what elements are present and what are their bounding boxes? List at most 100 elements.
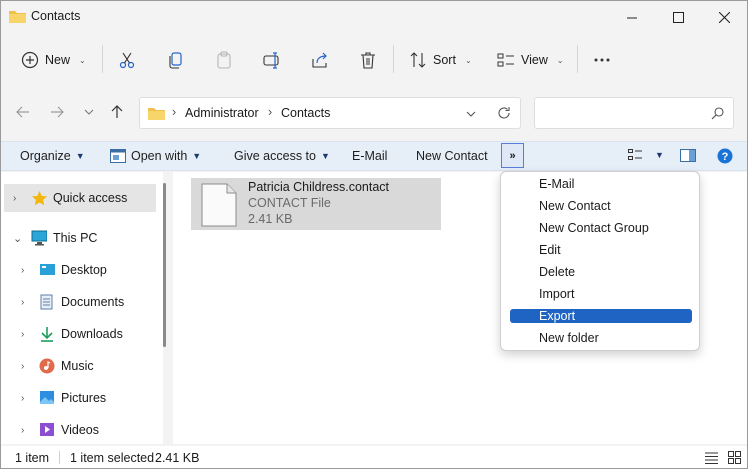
chevron-down-icon: ⌄ (13, 232, 23, 245)
up-button[interactable] (106, 101, 128, 123)
view-list-icon (497, 53, 514, 67)
organize-label: Organize (20, 149, 71, 163)
sort-button[interactable]: Sort ⌄ (409, 45, 472, 75)
open-with-icon (110, 149, 126, 163)
address-bar[interactable]: › Administrator › Contacts (139, 97, 521, 129)
help-icon: ? (717, 148, 733, 164)
status-selected: 1 item selected (70, 451, 155, 465)
toolbar-separator (393, 45, 394, 73)
menu-item-import[interactable]: Import (510, 286, 692, 302)
nav-item-documents[interactable]: › Documents (1, 288, 157, 316)
email-button[interactable]: E-Mail (352, 149, 387, 163)
paste-icon (217, 51, 231, 69)
details-view-icon[interactable] (705, 452, 718, 464)
breadcrumb-administrator[interactable]: Administrator (185, 106, 259, 120)
recent-locations-button[interactable] (78, 101, 100, 123)
menu-item-edit[interactable]: Edit (510, 242, 692, 258)
toolbar-overflow-button[interactable]: » (501, 143, 524, 168)
folder-icon (9, 11, 26, 23)
arrow-left-icon (16, 106, 29, 118)
menu-item-new-contact-group[interactable]: New Contact Group (510, 220, 692, 236)
nav-item-quick-access[interactable]: › Quick access (1, 184, 157, 212)
view-label: View (521, 53, 548, 67)
help-button[interactable]: ? (717, 148, 733, 164)
legacy-toolbar: Organize ▼ Open with ▼ Give access to ▼ … (1, 141, 747, 171)
preview-pane-button[interactable] (680, 149, 696, 162)
view-button[interactable]: View ⌄ (497, 45, 564, 75)
chevron-right-icon: › (21, 296, 25, 308)
pictures-icon (40, 391, 54, 404)
svg-text:?: ? (722, 151, 729, 163)
chevron-right-icon: › (21, 360, 25, 372)
nav-item-music[interactable]: › Music (1, 352, 157, 380)
minimize-button[interactable] (609, 1, 655, 33)
file-item[interactable]: Patricia Childress.contact CONTACT File … (191, 178, 441, 230)
plus-circle-icon (21, 51, 39, 69)
large-icons-view-icon[interactable] (728, 451, 741, 464)
nav-scrollbar[interactable] (163, 183, 166, 347)
generic-file-icon (201, 183, 237, 227)
share-icon (312, 52, 327, 68)
explorer-window: Contacts New ⌄ Sort ⌄ View ⌄ › Administr… (0, 0, 748, 469)
scissors-icon (119, 52, 135, 69)
documents-icon (40, 294, 53, 310)
more-icon (594, 58, 610, 62)
new-button[interactable]: New ⌄ (21, 45, 86, 75)
share-button[interactable] (311, 45, 329, 75)
chevron-right-icon: › (21, 328, 25, 340)
caret-down-icon: ▼ (75, 151, 85, 161)
nav-item-videos[interactable]: › Videos (1, 416, 157, 444)
chevron-down-icon[interactable] (466, 111, 476, 117)
cut-button[interactable] (118, 45, 136, 75)
minimize-icon (626, 17, 637, 18)
new-contact-button[interactable]: New Contact (416, 149, 488, 163)
breadcrumb-contacts[interactable]: Contacts (281, 106, 330, 120)
chevron-right-icon: › (21, 264, 25, 276)
sort-icon (410, 52, 426, 68)
nav-item-pictures[interactable]: › Pictures (1, 384, 157, 412)
change-view-button[interactable]: ▼ (628, 149, 664, 161)
delete-button[interactable] (359, 45, 377, 75)
folder-icon (148, 108, 165, 120)
nav-item-this-pc[interactable]: ⌄ This PC (1, 224, 157, 252)
open-with-menu[interactable]: Open with ▼ (110, 149, 201, 163)
menu-item-email[interactable]: E-Mail (510, 176, 692, 192)
menu-item-new-folder[interactable]: New folder (510, 330, 692, 346)
file-type: CONTACT File (248, 196, 331, 210)
status-selected-size: 2.41 KB (155, 451, 200, 465)
more-options-button[interactable] (593, 45, 611, 75)
search-box[interactable] (534, 97, 734, 129)
nav-label: Quick access (53, 191, 128, 205)
chevron-down-icon: ⌄ (556, 55, 564, 65)
nav-item-desktop[interactable]: › Desktop (1, 256, 157, 284)
chevron-down-icon (84, 109, 94, 115)
rename-button[interactable] (263, 45, 281, 75)
status-separator (59, 451, 60, 464)
chevron-down-icon: ⌄ (79, 55, 86, 65)
forward-button[interactable] (46, 101, 68, 123)
nav-label: Documents (61, 295, 125, 309)
close-button[interactable] (701, 1, 747, 33)
menu-item-new-contact[interactable]: New Contact (510, 198, 692, 214)
back-button[interactable] (12, 101, 34, 123)
nav-item-downloads[interactable]: › Downloads (1, 320, 157, 348)
give-access-menu[interactable]: Give access to ▼ (234, 149, 330, 163)
open-with-label: Open with (131, 149, 188, 163)
copy-button[interactable] (167, 45, 185, 75)
search-icon (711, 107, 724, 120)
nav-label: Downloads (61, 327, 123, 341)
desktop-icon (40, 264, 55, 275)
maximize-icon (672, 11, 684, 23)
paste-button[interactable] (215, 45, 233, 75)
arrow-right-icon (51, 106, 64, 118)
nav-label: Desktop (61, 263, 107, 277)
menu-item-export[interactable]: Export (510, 309, 692, 323)
music-icon (39, 358, 55, 374)
menu-item-delete[interactable]: Delete (510, 264, 692, 280)
trash-icon (361, 52, 375, 69)
give-access-label: Give access to (234, 149, 316, 163)
organize-menu[interactable]: Organize ▼ (20, 149, 85, 163)
caret-down-icon: ▼ (320, 151, 330, 161)
maximize-button[interactable] (655, 1, 701, 33)
refresh-icon[interactable] (497, 106, 511, 120)
